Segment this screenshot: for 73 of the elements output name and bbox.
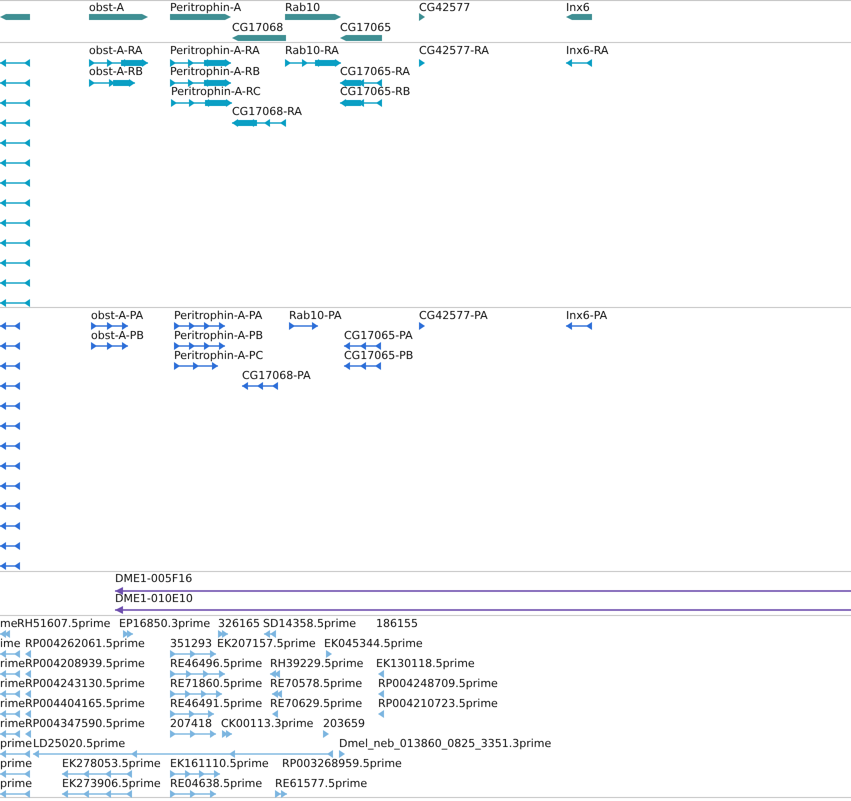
est-label: RE70578.5prime [270,677,362,690]
est-label: RP004262061.5prime [25,637,145,650]
est-label: RP003268959.5prime [282,757,402,770]
protein-label: Peritrophin-A-PC [174,349,264,362]
est-label: prime [0,737,32,750]
est-label: prime [0,777,32,790]
est-label: EK278053.5prime [62,757,161,770]
clone-label: DME1-005F16 [115,572,192,585]
est-label: RP004208939.5prime [25,657,145,670]
est-label: SD14358.5prime [263,617,356,630]
est-label: 351293 [170,637,212,650]
est-label: RE46496.5prime [170,657,262,670]
protein-label: CG17065-PB [344,349,414,362]
est-label: me [0,617,18,630]
protein-label: CG17068-PA [242,369,311,382]
est-label: EK207157.5prime [217,637,316,650]
est-label: rime [0,697,26,710]
gene-label: Peritrophin-A [170,1,242,14]
gene-label: CG17065 [340,21,392,34]
est-label: rime [0,677,26,690]
protein-label: Inx6-PA [566,309,608,322]
gene-label: Inx6 [566,1,590,14]
transcript-label: Rab10-RA [285,44,339,57]
transcript-label: obst-A-RB [89,65,143,78]
est-label: rime [0,717,26,730]
transcript-label: CG17065-RB [340,85,410,98]
transcript-label: Peritrophin-A-RB [170,65,260,78]
est-label: EK273906.5prime [62,777,161,790]
protein-label: obst-A-PA [91,309,144,322]
est-label: RP004248709.5prime [378,677,498,690]
est-label: EP16850.3prime [119,617,210,630]
est-label: rime [0,657,26,670]
transcript-label: CG17068-RA [232,105,302,118]
gene-label: obst-A [89,1,124,14]
protein-label: Peritrophin-A-PB [174,329,264,342]
est-label: RP004210723.5prime [378,697,498,710]
gene-label: CG42577 [419,1,470,14]
clone-label: DME1-010E10 [115,592,193,605]
est-label: 207418 [170,717,212,730]
est-label: ime [0,637,21,650]
protein-label: Rab10-PA [289,309,342,322]
transcript-label: CG42577-RA [419,44,489,57]
est-label: Dmel_neb_013860_0825_3351.3prime [339,737,552,750]
protein-label: obst-A-PB [91,329,144,342]
est-label: RE46491.5prime [170,697,262,710]
est-label: RP004404165.5prime [25,697,145,710]
est-label: RE71860.5prime [170,677,262,690]
est-label: 203659 [323,717,365,730]
transcript-label: CG17065-RA [340,65,410,78]
est-label: 186155 [376,617,418,630]
est-label: RP004347590.5prime [25,717,145,730]
transcript-label: obst-A-RA [89,44,142,57]
transcript-label: Peritrophin-A-RC [171,85,261,98]
est-label: EK045344.5prime [324,637,423,650]
transcript-label: Inx6-RA [566,44,608,57]
transcript-label: Peritrophin-A-RA [170,44,260,57]
est-label: CK00113.3prime [221,717,314,730]
est-label: LD25020.5prime [33,737,126,750]
est-label: RE04638.5prime [170,777,262,790]
est-label: RE70629.5prime [270,697,362,710]
gene-label: Rab10 [285,1,320,14]
protein-label: CG17065-PA [344,329,413,342]
est-label: RH51607.5prime [17,617,110,630]
est-label: RE61577.5prime [275,777,368,790]
est-label: RH39229.5prime [270,657,364,670]
est-label: EK130118.5prime [376,657,475,670]
gene-label: CG17068 [232,21,284,34]
est-label: RP004243130.5prime [25,677,145,690]
est-label: EK161110.5prime [170,757,269,770]
est-label: prime [0,757,32,770]
est-label: 326165 [218,617,260,630]
protein-label: Peritrophin-A-PA [174,309,262,322]
protein-label: CG42577-PA [419,309,488,322]
